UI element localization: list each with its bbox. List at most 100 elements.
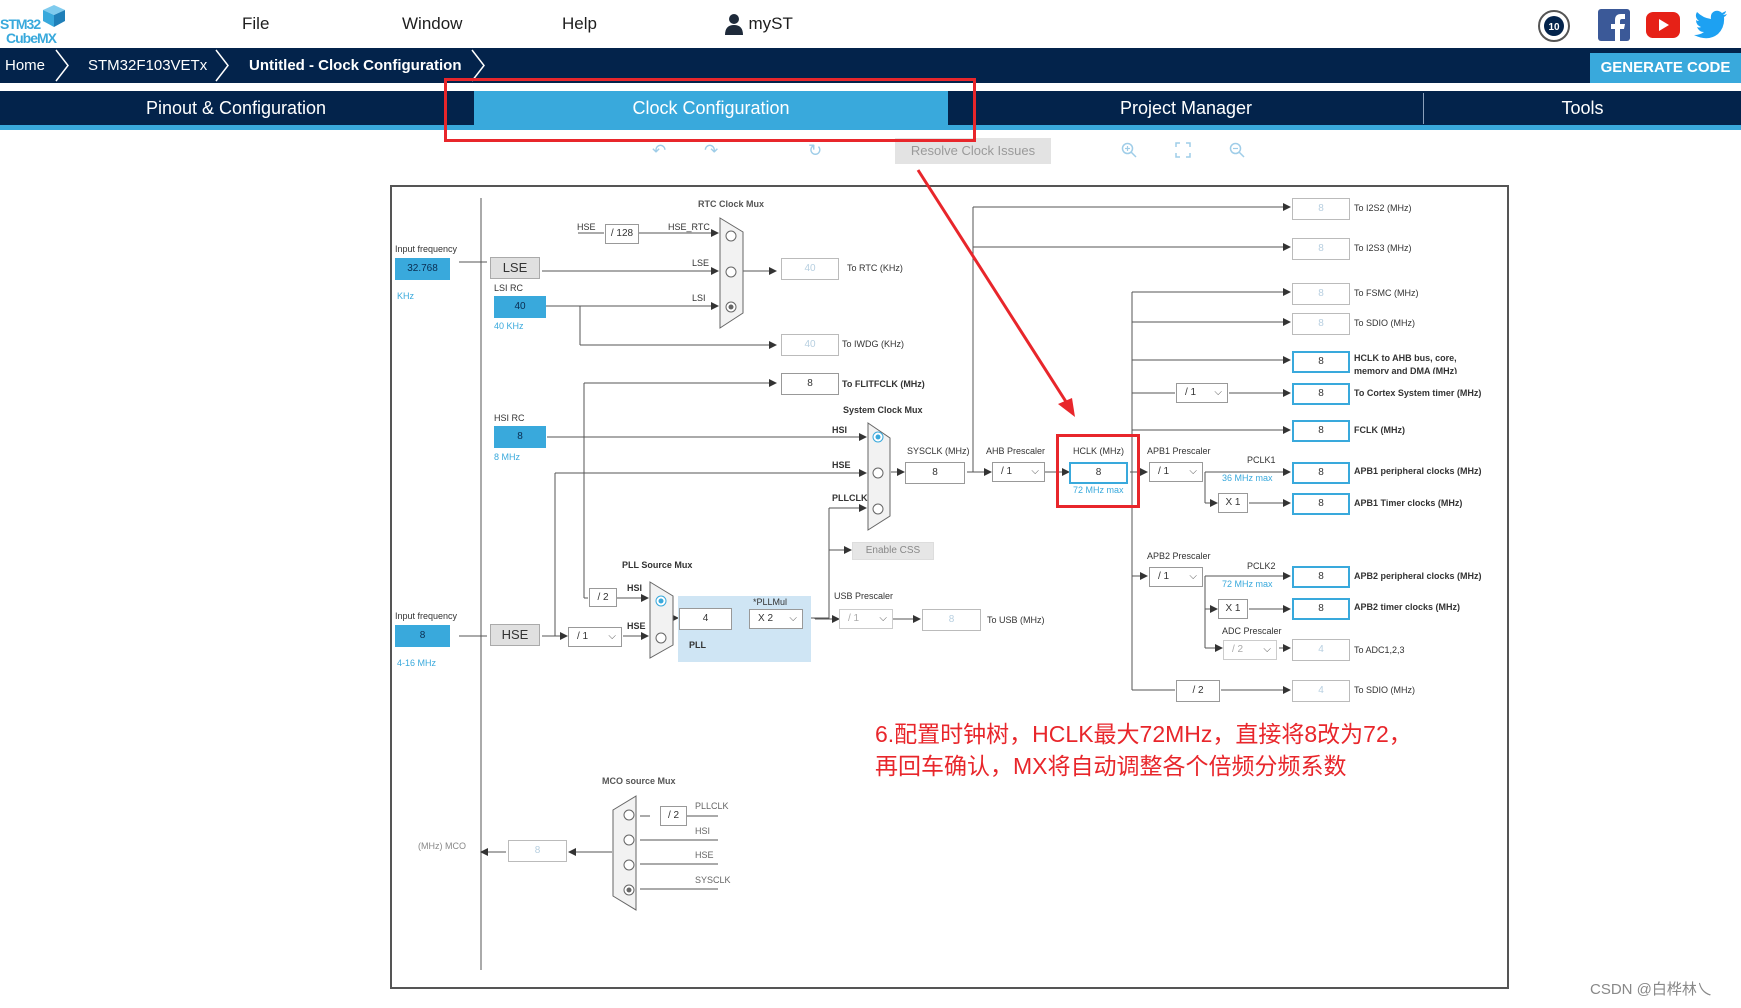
lse-unit-label: KHz xyxy=(397,291,415,301)
chevron-down-icon: ⌵ xyxy=(1189,571,1197,582)
cortex-timer-divider-select[interactable]: / 1 ⌵ xyxy=(1176,383,1228,403)
apb1-timer-label: APB1 Timer clocks (MHz) xyxy=(1354,498,1463,508)
cortex-timer-divider-value: / 1 xyxy=(1185,387,1197,398)
lsi-unit-label: 40 KHz xyxy=(494,321,524,331)
lse-frequency-input[interactable]: 32.768 xyxy=(395,258,450,280)
hclk-label: HCLK (MHz) xyxy=(1073,446,1124,456)
usb-prescaler-value: / 1 xyxy=(848,613,860,624)
hclk-ahb-output: 8 xyxy=(1292,351,1350,373)
i2s2-output: 8 xyxy=(1292,198,1350,220)
pll-hse-label: HSE xyxy=(627,621,646,631)
apb1-timer-output: 8 xyxy=(1292,493,1350,515)
hclk-ahb-label-2: memory and DMA (MHz) xyxy=(1354,366,1458,374)
hse-rtc-label: HSE_RTC xyxy=(668,222,710,232)
pllmul-value: X 2 xyxy=(758,613,774,624)
pll-hsi-div2: / 2 xyxy=(589,588,617,607)
system-clock-mux-title: System Clock Mux xyxy=(843,405,923,415)
rtc-div128: / 128 xyxy=(605,224,639,244)
hclk-input[interactable]: 8 xyxy=(1069,462,1128,484)
apb2-timer-label: APB2 timer clocks (MHz) xyxy=(1354,602,1461,612)
pllmul-label: *PLLMul xyxy=(753,597,788,607)
sysmux-hsi-label: HSI xyxy=(832,425,848,435)
pll-source-mux-title: PLL Source Mux xyxy=(622,560,693,570)
cortex-timer-output: 8 xyxy=(1292,383,1350,405)
flitfclk-output: 8 xyxy=(781,373,839,395)
apb1-prescaler-label: APB1 Prescaler xyxy=(1147,446,1211,456)
lsi-rc-label: LSI RC xyxy=(494,283,524,293)
usb-prescaler-label: USB Prescaler xyxy=(834,591,894,601)
fsmc-output: 8 xyxy=(1292,283,1350,305)
apb1-peripheral-label: APB1 peripheral clocks (MHz) xyxy=(1354,466,1482,476)
iwdg-output-label: To IWDG (KHz) xyxy=(842,339,904,349)
hse-frequency-input[interactable]: 8 xyxy=(395,625,450,647)
apb2-timer-multiplier: X 1 xyxy=(1218,599,1248,619)
ahb-prescaler-value: / 1 xyxy=(1001,466,1013,477)
hclk-max-label: 72 MHz max xyxy=(1073,485,1124,495)
hclk-ahb-label-1: HCLK to AHB bus, core, xyxy=(1354,353,1457,363)
fclk-output: 8 xyxy=(1292,420,1350,442)
apb1-peripheral-output: 8 xyxy=(1292,462,1350,484)
adc-prescaler-value: / 2 xyxy=(1232,644,1244,655)
mco-hse-label: HSE xyxy=(695,850,714,860)
apb1-prescaler-select[interactable]: / 1 ⌵ xyxy=(1149,462,1203,482)
i2s3-output-label: To I2S3 (MHz) xyxy=(1354,243,1412,253)
pll-hsi-label: HSI xyxy=(627,583,643,593)
annotation-arrowhead xyxy=(1058,398,1075,417)
adc-output: 4 xyxy=(1292,639,1350,661)
annotation-line-2: 再回车确认，MX将自动调整各个倍频分频系数 xyxy=(875,753,1347,779)
apb2-prescaler-select[interactable]: / 1 ⌵ xyxy=(1149,567,1203,587)
adc-prescaler-select[interactable]: / 2 ⌵ xyxy=(1223,640,1277,660)
chevron-down-icon: ⌵ xyxy=(608,631,616,642)
rtc-hse-label: HSE xyxy=(577,222,596,232)
pllmul-select[interactable]: X 2 ⌵ xyxy=(749,609,803,629)
flitfclk-output-label: To FLITFCLK (MHz) xyxy=(842,379,925,389)
csdn-watermark: CSDN @白桦林乀 xyxy=(1590,981,1712,998)
sysclk-value: 8 xyxy=(905,462,965,484)
chevron-down-icon: ⌵ xyxy=(1263,644,1271,655)
pclk1-max-label: 36 MHz max xyxy=(1222,473,1273,483)
chevron-down-icon: ⌵ xyxy=(1214,387,1222,398)
apb2-prescaler-value: / 1 xyxy=(1158,571,1170,582)
hsi-rc-value: 8 xyxy=(494,426,546,448)
apb2-peripheral-label: APB2 peripheral clocks (MHz) xyxy=(1354,571,1482,581)
chevron-down-icon: ⌵ xyxy=(1031,466,1039,477)
ahb-prescaler-select[interactable]: / 1 ⌵ xyxy=(992,462,1045,482)
rtc-lsi-label: LSI xyxy=(692,293,706,303)
pll-input-value: 4 xyxy=(679,608,732,630)
sysmux-pllclk-label: PLLCLK xyxy=(832,493,868,503)
mco-pllclk-label: PLLCLK xyxy=(695,801,729,811)
pll-source-mux[interactable] xyxy=(649,581,674,659)
sdio-output-2-label: To SDIO (MHz) xyxy=(1354,685,1416,695)
rtc-output-label: To RTC (KHz) xyxy=(847,263,903,273)
mco-div2: / 2 xyxy=(660,806,687,826)
mco-sysclk-label: SYSCLK xyxy=(695,875,731,885)
lse-oscillator: LSE xyxy=(490,257,540,279)
hsi-unit-label: 8 MHz xyxy=(494,452,521,462)
lse-input-frequency-label: Input frequency xyxy=(395,244,458,254)
apb2-peripheral-output: 8 xyxy=(1292,566,1350,588)
annotation-note: 6.配置时钟树，HCLK最大72MHz，直接将8改为72， 再回车确认，MX将自… xyxy=(875,718,1412,782)
chevron-down-icon: ⌵ xyxy=(1189,466,1197,477)
pclk1-label: PCLK1 xyxy=(1247,455,1276,465)
apb1-timer-multiplier: X 1 xyxy=(1218,493,1248,513)
fclk-label: FCLK (MHz) xyxy=(1354,425,1405,435)
mco-mux-title: MCO source Mux xyxy=(602,776,676,786)
usb-prescaler-select[interactable]: / 1 ⌵ xyxy=(839,609,893,629)
cortex-timer-label: To Cortex System timer (MHz) xyxy=(1354,388,1482,398)
ahb-prescaler-label: AHB Prescaler xyxy=(986,446,1046,456)
highlight-clock-tab xyxy=(444,78,976,142)
sdio-output-1: 8 xyxy=(1292,313,1350,335)
hse-prediv-select[interactable]: / 1 ⌵ xyxy=(568,627,622,647)
hse-prediv-value: / 1 xyxy=(577,631,589,642)
apb2-timer-output: 8 xyxy=(1292,598,1350,620)
enable-css-button[interactable]: Enable CSS xyxy=(852,542,934,560)
hse-unit-label: 4-16 MHz xyxy=(397,658,437,668)
mco-output: 8 xyxy=(508,840,567,862)
rtc-mux-title: RTC Clock Mux xyxy=(698,199,765,209)
apb2-prescaler-label: APB2 Prescaler xyxy=(1147,551,1211,561)
rtc-lse-label: LSE xyxy=(692,258,710,268)
annotation-arrow xyxy=(916,169,1072,409)
adc-prescaler-label: ADC Prescaler xyxy=(1222,626,1282,636)
sysclk-label: SYSCLK (MHz) xyxy=(907,446,970,456)
apb1-prescaler-value: / 1 xyxy=(1158,466,1170,477)
